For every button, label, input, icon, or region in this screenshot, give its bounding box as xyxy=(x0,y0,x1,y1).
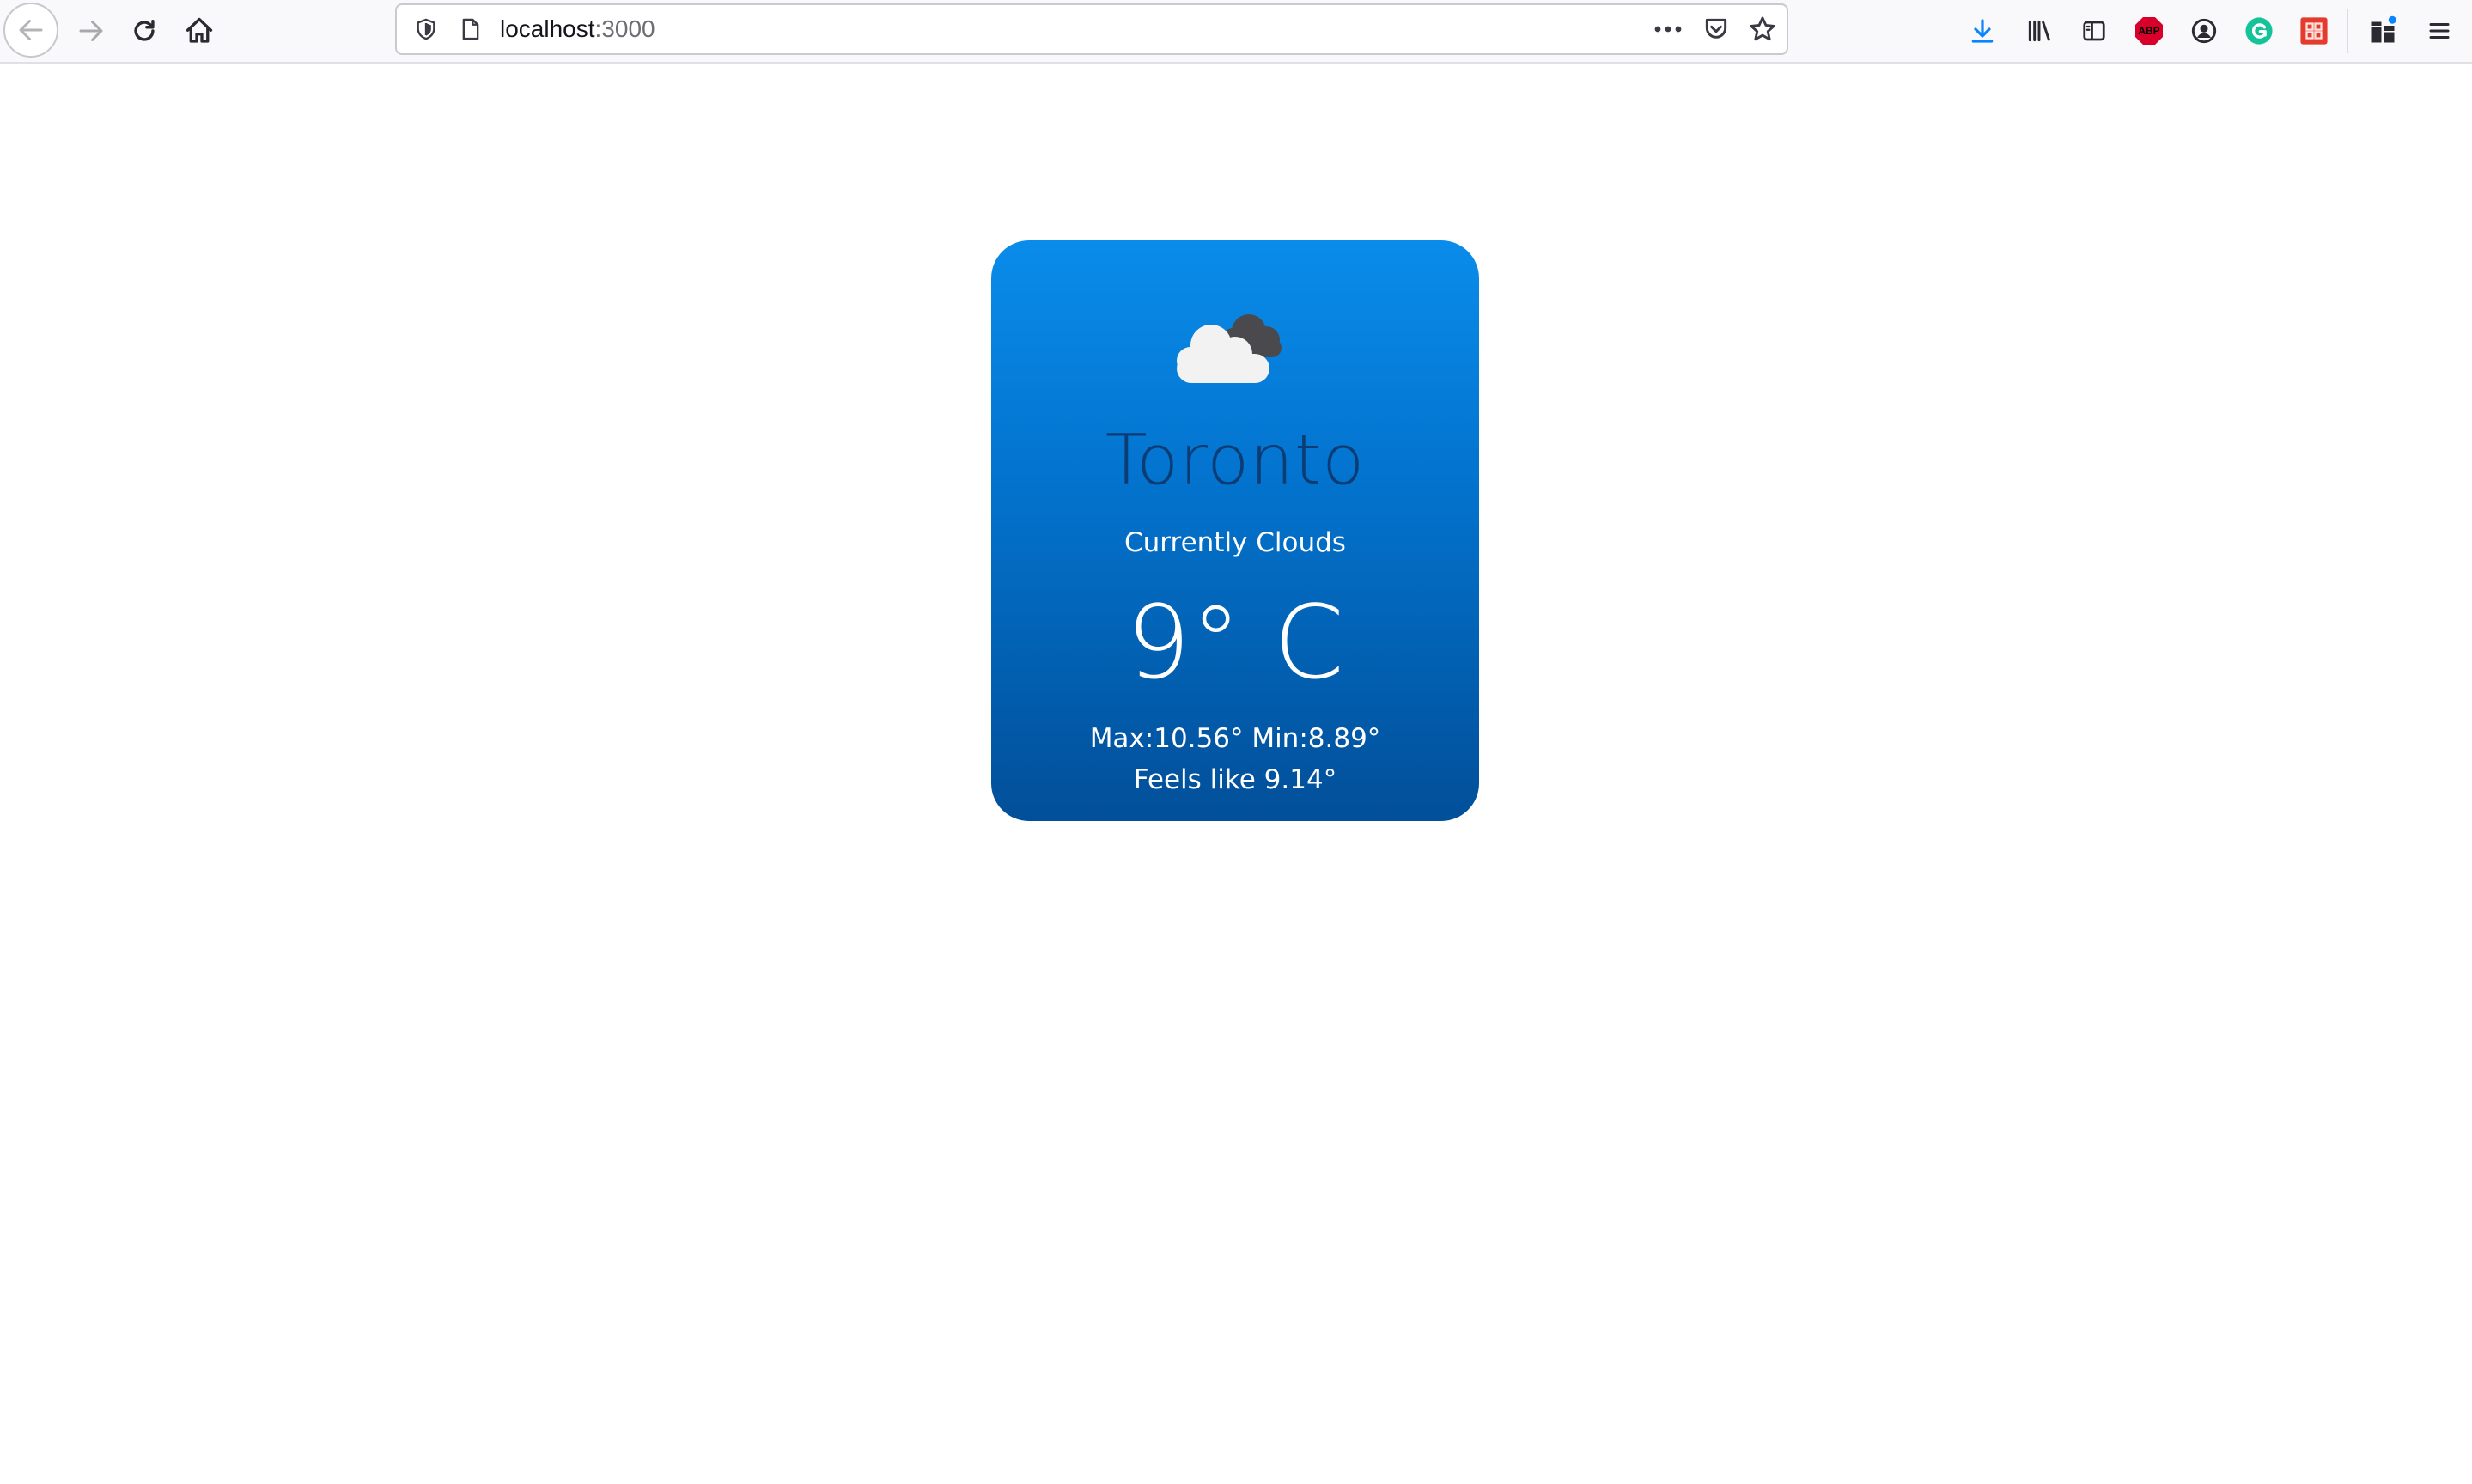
site-info-button[interactable] xyxy=(454,12,488,46)
temperature: 9° C xyxy=(1126,583,1344,702)
pocket-icon xyxy=(1705,18,1727,39)
library-button[interactable] xyxy=(2020,12,2058,50)
cloudy-icon xyxy=(1177,314,1282,383)
library-icon xyxy=(2028,20,2050,42)
extension-icon xyxy=(2300,17,2328,45)
pocket-button[interactable] xyxy=(1697,12,1735,46)
adblock-label: ABP xyxy=(2138,25,2159,37)
browser-toolbar: localhost:3000 ABP xyxy=(0,0,2472,64)
extensions-button[interactable] xyxy=(2364,12,2402,50)
url-bar[interactable]: localhost:3000 xyxy=(395,3,1788,55)
download-icon xyxy=(1971,19,1994,43)
home-icon xyxy=(186,17,213,43)
star-icon xyxy=(1750,16,1775,41)
adblock-icon: ABP xyxy=(2135,17,2163,45)
back-arrow-icon xyxy=(19,20,43,40)
reload-icon xyxy=(134,19,155,41)
page-icon xyxy=(462,18,479,40)
back-button[interactable] xyxy=(3,3,58,58)
browser-window: localhost:3000 ABP Toronto Currently Clo… xyxy=(0,0,2472,1484)
extension-button[interactable] xyxy=(2295,12,2333,50)
weather-description: Currently Clouds xyxy=(1124,527,1346,558)
feels-like-temperature: Feels like 9.14° xyxy=(1133,764,1337,795)
account-icon xyxy=(2191,18,2217,44)
forward-arrow-icon xyxy=(79,21,103,41)
toolbar-separator xyxy=(2347,9,2348,53)
downloads-button[interactable] xyxy=(1964,12,2001,50)
url-port: :3000 xyxy=(594,15,655,42)
tracking-protection-button[interactable] xyxy=(409,12,443,46)
sidebar-icon xyxy=(2083,21,2105,41)
reload-button[interactable] xyxy=(125,12,163,50)
bookmark-button[interactable] xyxy=(1744,12,1781,46)
city-name: Toronto xyxy=(1105,420,1366,500)
hamburger-menu-icon xyxy=(2429,23,2450,39)
adblock-button[interactable]: ABP xyxy=(2130,12,2168,50)
sidebar-button[interactable] xyxy=(2075,12,2113,50)
url-host: localhost xyxy=(500,15,595,42)
forward-button[interactable] xyxy=(72,12,110,50)
weather-card: Toronto Currently Clouds 9° C Max:10.56°… xyxy=(991,240,1479,821)
home-button[interactable] xyxy=(180,12,218,50)
min-max-temperature: Max:10.56° Min:8.89° xyxy=(1089,723,1381,754)
menu-button[interactable] xyxy=(2420,12,2458,50)
grammarly-icon xyxy=(2245,17,2273,45)
url-text[interactable]: localhost:3000 xyxy=(500,5,655,53)
more-dots-icon xyxy=(1654,26,1682,33)
extensions-icon xyxy=(2371,15,2396,43)
grammarly-button[interactable] xyxy=(2240,12,2278,50)
page-actions-button[interactable] xyxy=(1649,12,1687,46)
shield-icon xyxy=(417,18,435,40)
account-button[interactable] xyxy=(2185,12,2223,50)
